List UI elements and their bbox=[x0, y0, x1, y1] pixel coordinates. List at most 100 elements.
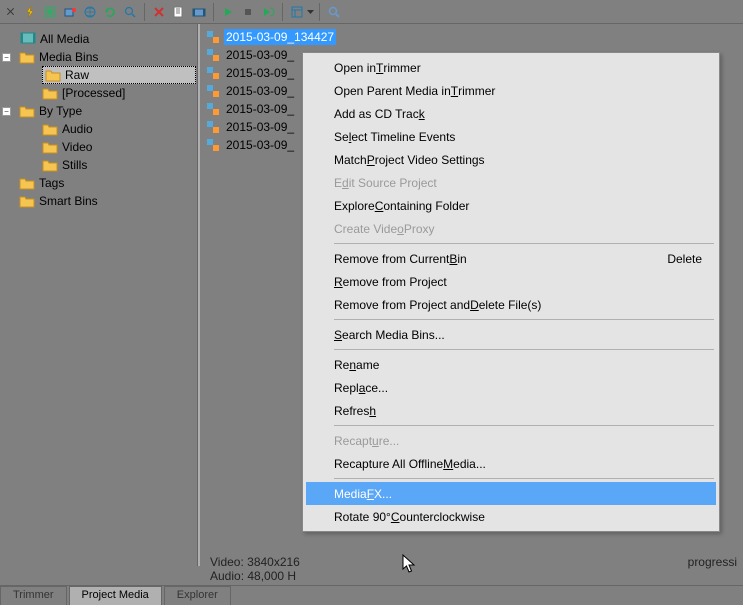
ctx-search-media-bins[interactable]: Search Media Bins... bbox=[306, 323, 716, 346]
folder-icon bbox=[19, 104, 35, 118]
tree-label: Stills bbox=[62, 158, 87, 172]
ctx-refresh[interactable]: Refresh bbox=[306, 399, 716, 422]
folder-icon bbox=[19, 176, 35, 190]
ctx-rotate-ccw[interactable]: Rotate 90° Counterclockwise bbox=[306, 505, 716, 528]
tree-pane: All Media − Media Bins Raw [Processed] − bbox=[0, 24, 200, 566]
media-clip-icon bbox=[206, 30, 220, 44]
status-audio: Audio: 48,000 H bbox=[210, 569, 737, 583]
tree-label: Tags bbox=[39, 176, 64, 190]
tree-label: Media Bins bbox=[39, 50, 98, 64]
folder-icon bbox=[42, 158, 58, 172]
ctx-replace[interactable]: Replace... bbox=[306, 376, 716, 399]
tree-label: Smart Bins bbox=[39, 194, 98, 208]
ctx-separator bbox=[334, 349, 714, 350]
tree-collapse-icon[interactable]: − bbox=[2, 107, 11, 116]
tab-explorer[interactable]: Explorer bbox=[164, 586, 231, 605]
tree-item-smart-bins[interactable]: Smart Bins bbox=[20, 192, 196, 210]
media-clip-icon bbox=[206, 102, 220, 116]
status-video: Video: 3840x216 bbox=[210, 555, 737, 569]
folder-icon bbox=[19, 194, 35, 208]
stop-icon[interactable] bbox=[238, 2, 258, 22]
tree-item-tags[interactable]: Tags bbox=[20, 174, 196, 192]
list-item-label: 2015-03-09_ bbox=[224, 137, 296, 153]
media-clip-icon bbox=[206, 84, 220, 98]
toolbar-separator bbox=[213, 3, 214, 21]
import-icon[interactable] bbox=[40, 2, 60, 22]
media-clip-icon bbox=[206, 120, 220, 134]
tree-item-all-media[interactable]: All Media bbox=[20, 30, 196, 48]
media-tree: All Media − Media Bins Raw [Processed] − bbox=[4, 30, 196, 210]
web-icon[interactable] bbox=[80, 2, 100, 22]
ctx-separator bbox=[334, 425, 714, 426]
tree-label: Video bbox=[62, 140, 92, 154]
status-extra: progressi bbox=[688, 555, 737, 569]
toolbar-separator bbox=[319, 3, 320, 21]
ctx-separator bbox=[334, 319, 714, 320]
folder-icon bbox=[19, 50, 35, 64]
play-icon[interactable] bbox=[218, 2, 238, 22]
delete-icon[interactable] bbox=[149, 2, 169, 22]
panel-close-icon[interactable] bbox=[6, 7, 16, 17]
toolbar-separator bbox=[144, 3, 145, 21]
tree-item-processed[interactable]: [Processed] bbox=[42, 84, 196, 102]
tab-project-media[interactable]: Project Media bbox=[69, 586, 162, 605]
folder-icon bbox=[45, 68, 61, 82]
tab-trimmer[interactable]: Trimmer bbox=[0, 586, 67, 605]
context-menu: Open in Trimmer Open Parent Media in Tri… bbox=[302, 52, 720, 532]
tree-item-stills[interactable]: Stills bbox=[42, 156, 196, 174]
folder-icon bbox=[42, 122, 58, 136]
tree-label: All Media bbox=[40, 32, 89, 46]
lightning-icon[interactable] bbox=[20, 2, 40, 22]
list-item-label: 2015-03-09_ bbox=[224, 101, 296, 117]
tree-item-audio[interactable]: Audio bbox=[42, 120, 196, 138]
search-icon[interactable] bbox=[324, 2, 344, 22]
list-item-label: 2015-03-09_ bbox=[224, 119, 296, 135]
toolbar-separator bbox=[282, 3, 283, 21]
media-clip-icon bbox=[206, 66, 220, 80]
autopreview-icon[interactable] bbox=[258, 2, 278, 22]
media-clip-icon bbox=[206, 138, 220, 152]
fx-icon[interactable] bbox=[189, 2, 209, 22]
ctx-remove-delete-files[interactable]: Remove from Project and Delete File(s) bbox=[306, 293, 716, 316]
ctx-open-trimmer[interactable]: Open in Trimmer bbox=[306, 56, 716, 79]
ctx-explore-folder[interactable]: Explore Containing Folder bbox=[306, 194, 716, 217]
app-root: All Media − Media Bins Raw [Processed] − bbox=[0, 0, 743, 605]
tree-item-media-bins[interactable]: − Media Bins bbox=[20, 48, 196, 66]
views-icon[interactable] bbox=[287, 2, 307, 22]
tree-label: [Processed] bbox=[62, 86, 125, 100]
list-item-label: 2015-03-09_ bbox=[224, 47, 296, 63]
ctx-rename[interactable]: Rename bbox=[306, 353, 716, 376]
ctx-remove-project[interactable]: Remove from Project bbox=[306, 270, 716, 293]
ctx-create-proxy: Create Video Proxy bbox=[306, 217, 716, 240]
ctx-select-timeline-events[interactable]: Select Timeline Events bbox=[306, 125, 716, 148]
ctx-add-cd-track[interactable]: Add as CD Track bbox=[306, 102, 716, 125]
tree-label: Raw bbox=[65, 68, 89, 82]
ctx-open-parent[interactable]: Open Parent Media in Trimmer bbox=[306, 79, 716, 102]
refresh-icon[interactable] bbox=[100, 2, 120, 22]
tree-item-raw[interactable]: Raw bbox=[42, 66, 196, 84]
film-icon bbox=[20, 31, 36, 48]
tree-label: Audio bbox=[62, 122, 93, 136]
list-item-label: 2015-03-09_ bbox=[224, 83, 296, 99]
ctx-edit-source-project: Edit Source Project bbox=[306, 171, 716, 194]
folder-icon bbox=[42, 86, 58, 100]
list-item[interactable]: 2015-03-09_134427 bbox=[204, 28, 743, 46]
ctx-remove-current-bin[interactable]: Remove from Current BinDelete bbox=[306, 247, 716, 270]
ctx-match-project-video[interactable]: Match Project Video Settings bbox=[306, 148, 716, 171]
status-bar: Video: 3840x216 Audio: 48,000 H progress… bbox=[206, 555, 741, 587]
ctx-separator bbox=[334, 478, 714, 479]
tree-collapse-icon[interactable]: − bbox=[2, 53, 11, 62]
media-clip-icon bbox=[206, 48, 220, 62]
tree-item-video[interactable]: Video bbox=[42, 138, 196, 156]
tree-item-by-type[interactable]: − By Type bbox=[20, 102, 196, 120]
properties-icon[interactable] bbox=[169, 2, 189, 22]
ctx-recapture-all-offline[interactable]: Recapture All Offline Media... bbox=[306, 452, 716, 475]
toolbar bbox=[0, 0, 743, 24]
search-media-icon[interactable] bbox=[120, 2, 140, 22]
list-item-label: 2015-03-09_ bbox=[224, 65, 296, 81]
ctx-media-fx[interactable]: Media FX... bbox=[306, 482, 716, 505]
views-dropdown-icon[interactable] bbox=[307, 10, 315, 14]
ctx-separator bbox=[334, 243, 714, 244]
capture-icon[interactable] bbox=[60, 2, 80, 22]
tabs: Trimmer Project Media Explorer bbox=[0, 585, 743, 605]
